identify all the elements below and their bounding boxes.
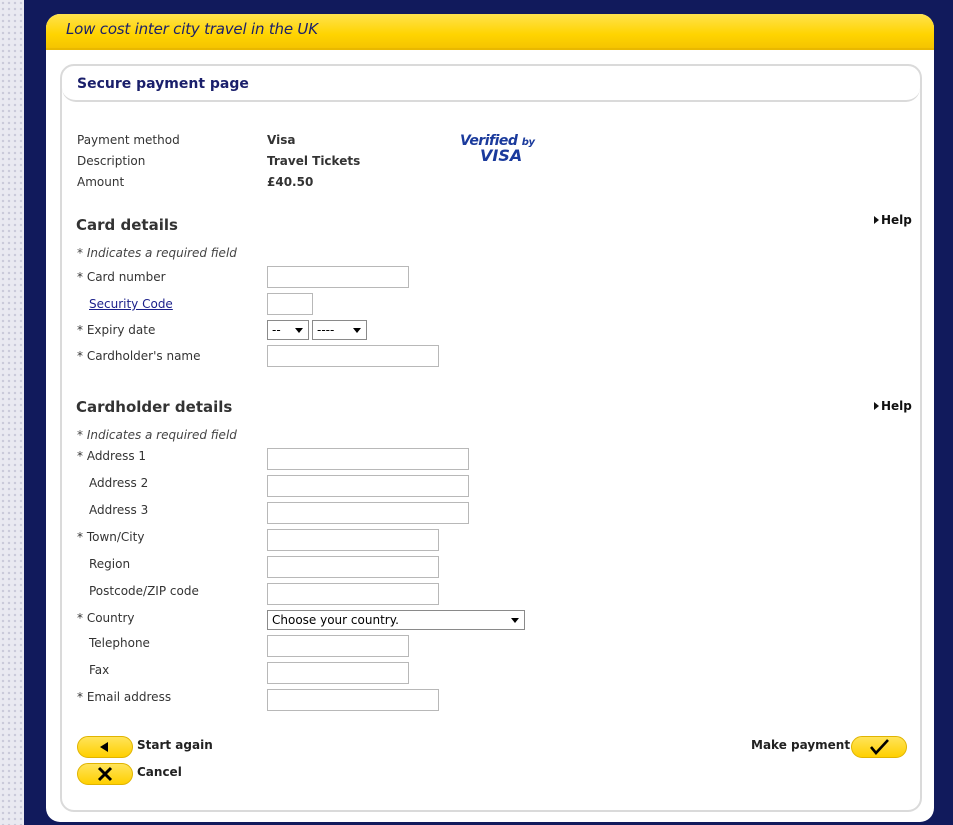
fax-label: Fax bbox=[89, 663, 110, 677]
page-container: Low cost inter city travel in the UK Sec… bbox=[46, 14, 934, 822]
telephone-label: Telephone bbox=[89, 636, 150, 650]
dropdown-arrow-icon bbox=[295, 328, 303, 333]
start-again-button[interactable] bbox=[77, 736, 133, 758]
start-again-label[interactable]: Start again bbox=[137, 738, 213, 752]
make-payment-label[interactable]: Make payment bbox=[751, 738, 850, 752]
address3-label: Address 3 bbox=[89, 503, 149, 517]
email-input[interactable] bbox=[267, 689, 439, 711]
header-banner: Low cost inter city travel in the UK bbox=[46, 14, 934, 50]
banner-title: Low cost inter city travel in the UK bbox=[66, 20, 318, 38]
amount-value: £40.50 bbox=[267, 175, 314, 189]
dropdown-arrow-icon bbox=[353, 328, 361, 333]
panel-header: Secure payment page bbox=[62, 66, 920, 102]
expiry-date-label: * Expiry date bbox=[77, 323, 156, 337]
cardholder-name-label: * Cardholder's name bbox=[77, 349, 201, 363]
make-payment-button[interactable] bbox=[851, 736, 907, 758]
email-label: * Email address bbox=[77, 690, 172, 704]
description-value: Travel Tickets bbox=[267, 154, 361, 168]
payment-method-value: Visa bbox=[267, 133, 296, 147]
address1-input[interactable] bbox=[267, 448, 469, 470]
page-title: Secure payment page bbox=[77, 76, 249, 92]
holder-required-note: * Indicates a required field bbox=[77, 428, 237, 442]
card-number-label: * Card number bbox=[77, 270, 166, 284]
town-label: * Town/City bbox=[77, 530, 145, 544]
address3-input[interactable] bbox=[267, 502, 469, 524]
country-label: * Country bbox=[77, 611, 135, 625]
cardholder-name-input[interactable] bbox=[267, 345, 439, 367]
payment-method-label: Payment method bbox=[77, 133, 180, 147]
security-code-input[interactable] bbox=[267, 293, 313, 315]
fax-input[interactable] bbox=[267, 662, 409, 684]
cancel-label[interactable]: Cancel bbox=[137, 765, 182, 779]
back-arrow-icon bbox=[100, 742, 108, 752]
dropdown-arrow-icon bbox=[511, 618, 519, 623]
postcode-label: Postcode/ZIP code bbox=[89, 584, 199, 598]
amount-label: Amount bbox=[77, 175, 125, 189]
triangle-right-icon bbox=[874, 402, 879, 410]
description-label: Description bbox=[77, 154, 146, 168]
country-select[interactable]: Choose your country. bbox=[267, 610, 525, 630]
checkmark-icon bbox=[870, 739, 889, 755]
card-required-note: * Indicates a required field bbox=[77, 246, 237, 260]
card-details-heading: Card details bbox=[76, 216, 178, 234]
cancel-button[interactable] bbox=[77, 763, 133, 785]
security-code-link[interactable]: Security Code bbox=[89, 297, 173, 311]
verified-by-visa-logo: Verified by VISA bbox=[460, 133, 535, 165]
town-input[interactable] bbox=[267, 529, 439, 551]
expiry-year-select[interactable]: ---- bbox=[312, 320, 367, 340]
close-icon bbox=[97, 766, 113, 782]
region-label: Region bbox=[89, 557, 131, 571]
postcode-input[interactable] bbox=[267, 583, 439, 605]
card-help-link[interactable]: Help bbox=[874, 213, 912, 227]
card-number-input[interactable] bbox=[267, 266, 409, 288]
cardholder-help-link[interactable]: Help bbox=[874, 399, 912, 413]
triangle-right-icon bbox=[874, 216, 879, 224]
region-input[interactable] bbox=[267, 556, 439, 578]
expiry-month-select[interactable]: -- bbox=[267, 320, 309, 340]
background-pattern bbox=[0, 0, 24, 825]
payment-panel: Secure payment page Payment method Visa … bbox=[60, 64, 922, 812]
cardholder-details-heading: Cardholder details bbox=[76, 398, 233, 416]
address1-label: * Address 1 bbox=[77, 449, 147, 463]
address2-input[interactable] bbox=[267, 475, 469, 497]
address2-label: Address 2 bbox=[89, 476, 149, 490]
telephone-input[interactable] bbox=[267, 635, 409, 657]
